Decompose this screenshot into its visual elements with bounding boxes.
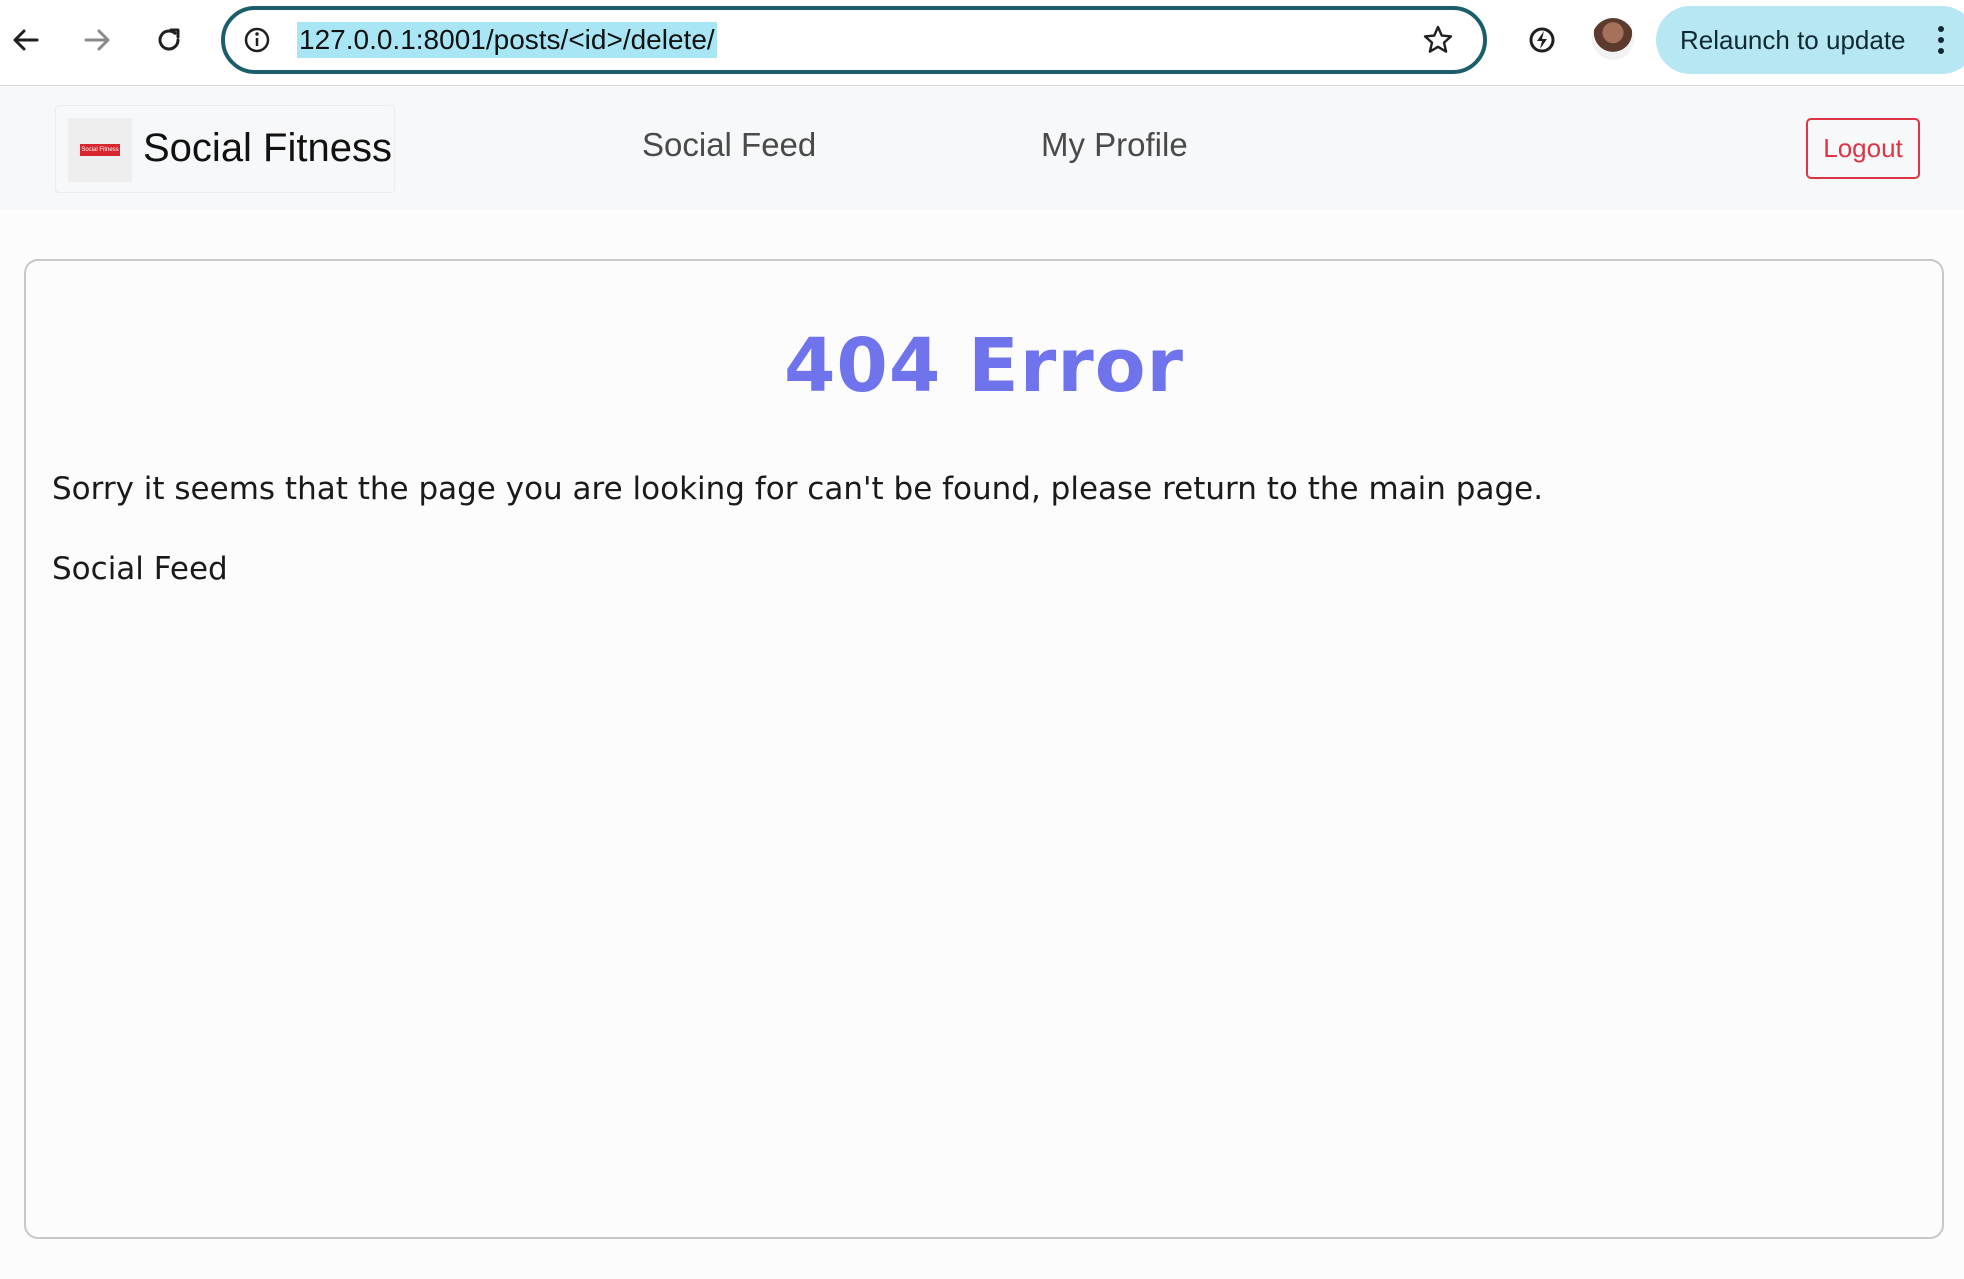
nav-link-social-feed[interactable]: Social Feed (642, 125, 816, 165)
error-message: Sorry it seems that the page you are loo… (52, 471, 1544, 507)
extension-button[interactable] (1520, 18, 1564, 62)
url-text[interactable]: 127.0.0.1:8001/posts/<id>/delete/ (297, 22, 717, 58)
forward-button[interactable] (75, 18, 119, 62)
address-bar[interactable]: 127.0.0.1:8001/posts/<id>/delete/ (221, 6, 1487, 74)
kebab-menu-icon[interactable] (1938, 26, 1946, 56)
error-title: 404 Error (783, 323, 1185, 409)
reload-button[interactable] (147, 18, 191, 62)
back-button[interactable] (4, 18, 48, 62)
error-card: 404 Error Sorry it seems that the page y… (24, 259, 1944, 1239)
profile-avatar[interactable] (1592, 18, 1634, 60)
nav-link-my-profile[interactable]: My Profile (1041, 125, 1188, 165)
browser-toolbar: 127.0.0.1:8001/posts/<id>/delete/ Relaun… (0, 0, 1964, 86)
relaunch-button[interactable]: Relaunch to update (1656, 6, 1964, 74)
star-icon[interactable] (1421, 23, 1455, 57)
brand-logo: Social Fitness (68, 118, 132, 182)
brand-name: Social Fitness (143, 126, 392, 170)
relaunch-label: Relaunch to update (1680, 24, 1906, 55)
forward-arrow-icon (84, 29, 110, 51)
back-arrow-icon (13, 29, 39, 51)
extension-icon (1529, 27, 1555, 53)
site-navbar: Social Fitness Social Fitness Social Fee… (0, 87, 1964, 209)
brand-logo-mark: Social Fitness (80, 144, 120, 156)
logout-button[interactable]: Logout (1806, 118, 1920, 179)
info-icon[interactable] (241, 24, 273, 56)
reload-icon (158, 28, 180, 51)
brand-link[interactable]: Social Fitness Social Fitness (55, 105, 395, 193)
social-feed-link[interactable]: Social Feed (52, 551, 228, 587)
